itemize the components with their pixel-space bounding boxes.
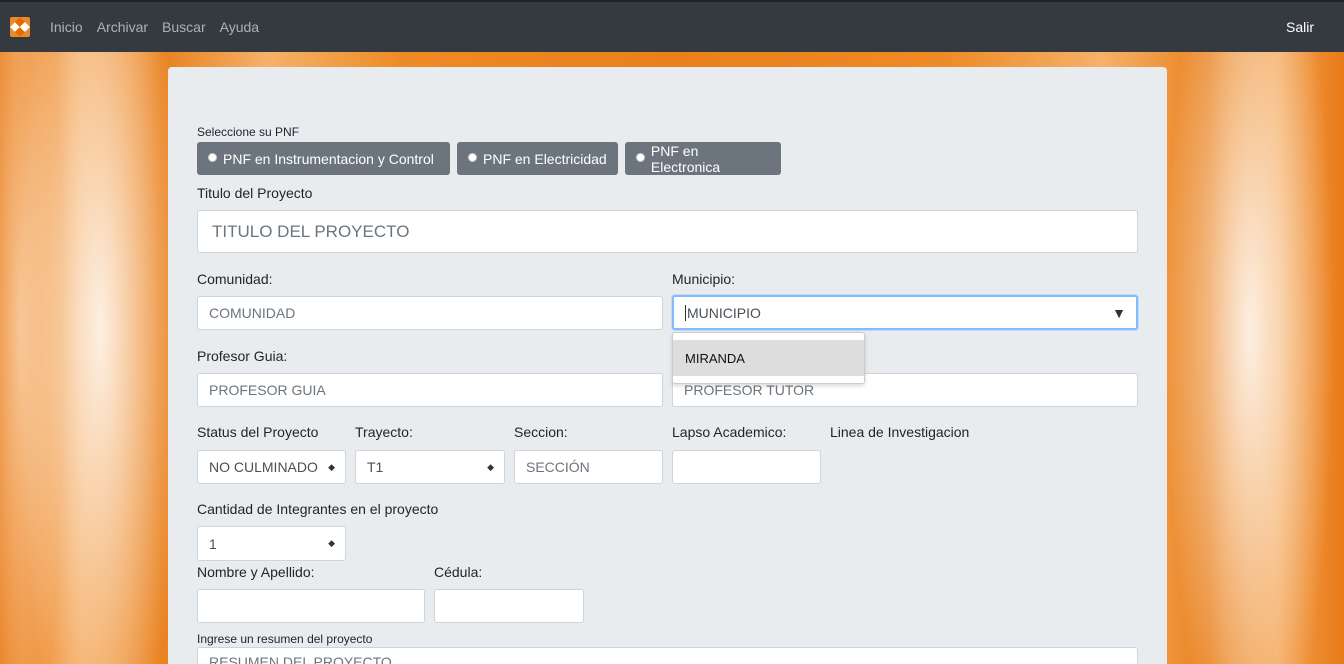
nombre-input[interactable] bbox=[197, 589, 425, 623]
linea-label: Linea de Investigacion bbox=[830, 424, 970, 440]
comunidad-input[interactable]: COMUNIDAD bbox=[197, 296, 663, 330]
nav-inicio[interactable]: Inicio bbox=[50, 19, 83, 35]
trayecto-label: Trayecto: bbox=[355, 424, 413, 440]
pnf-option-label: PNF en Electronica bbox=[650, 142, 721, 175]
pnf-option-instrumentacion[interactable]: PNF en Instrumentacion y Control bbox=[197, 142, 450, 175]
cantidad-label: Cantidad de Integrantes en el proyecto bbox=[197, 501, 439, 517]
nav-archivar[interactable]: Archivar bbox=[97, 19, 148, 35]
cantidad-select[interactable]: 1 ◆ bbox=[197, 526, 346, 561]
municipio-option-miranda[interactable]: MIRANDA bbox=[673, 340, 864, 376]
municipio-dropdown: MIRANDA bbox=[672, 332, 865, 384]
top-navbar: Inicio Archivar Buscar Ayuda Salir bbox=[0, 0, 1344, 52]
updown-caret-icon: ◆ bbox=[487, 461, 494, 472]
municipio-select[interactable]: MUNICIPIO ▼ bbox=[672, 295, 1138, 330]
pnf-option-electronica[interactable]: PNF en Electronica bbox=[625, 142, 781, 175]
seccion-input[interactable]: SECCIÓN bbox=[514, 450, 663, 484]
status-select[interactable]: NO CULMINADO ◆ bbox=[197, 450, 346, 484]
chevron-down-icon[interactable]: ▼ bbox=[1112, 305, 1126, 321]
nombre-label: Nombre y Apellido: bbox=[197, 564, 315, 580]
municipio-label: Municipio: bbox=[672, 271, 736, 287]
updown-caret-icon: ◆ bbox=[328, 461, 335, 472]
municipio-value: MUNICIPIO bbox=[685, 304, 761, 321]
pnf-option-label: PNF en Instrumentacion y Control bbox=[223, 150, 434, 167]
titulo-placeholder: TITULO DEL PROYECTO bbox=[212, 221, 410, 241]
lapso-label: Lapso Academico: bbox=[672, 424, 787, 440]
comunidad-label: Comunidad: bbox=[197, 271, 273, 287]
resumen-placeholder: RESUMEN DEL PROYECTO bbox=[209, 654, 392, 664]
pnf-label: Seleccione su PNF bbox=[197, 125, 300, 139]
seccion-label: Seccion: bbox=[514, 424, 568, 440]
logout-link[interactable]: Salir bbox=[1286, 19, 1314, 35]
nav-buscar[interactable]: Buscar bbox=[162, 19, 206, 35]
pnf-option-electricidad[interactable]: PNF en Electricidad bbox=[457, 142, 618, 175]
profesor-guia-input[interactable]: PROFESOR GUIA bbox=[197, 373, 663, 407]
profesor-tutor-placeholder: PROFESOR TUTOR bbox=[684, 382, 815, 398]
trayecto-select[interactable]: T1 ◆ bbox=[355, 450, 505, 484]
titulo-input[interactable]: TITULO DEL PROYECTO bbox=[197, 210, 1138, 253]
radio-circle-icon[interactable] bbox=[208, 153, 217, 162]
titulo-label: Titulo del Proyecto bbox=[197, 185, 313, 201]
resumen-label: Ingrese un resumen del proyecto bbox=[197, 632, 373, 646]
lapso-input[interactable] bbox=[672, 450, 821, 484]
cedula-label: Cédula: bbox=[434, 564, 483, 580]
nav-ayuda[interactable]: Ayuda bbox=[220, 19, 259, 35]
logo-icon[interactable] bbox=[10, 17, 30, 37]
project-form-card: Seleccione su PNF PNF en Instrumentacion… bbox=[168, 67, 1167, 664]
cantidad-value: 1 bbox=[209, 535, 217, 552]
trayecto-value: T1 bbox=[367, 459, 384, 475]
status-label: Status del Proyecto bbox=[197, 424, 319, 440]
status-value: NO CULMINADO bbox=[209, 459, 318, 475]
cedula-input[interactable] bbox=[434, 589, 584, 623]
radio-circle-icon[interactable] bbox=[636, 153, 645, 162]
profesor-guia-placeholder: PROFESOR GUIA bbox=[209, 382, 326, 398]
updown-caret-icon: ◆ bbox=[328, 538, 335, 548]
comunidad-placeholder: COMUNIDAD bbox=[209, 305, 296, 321]
profesor-guia-label: Profesor Guia: bbox=[197, 348, 288, 364]
seccion-placeholder: SECCIÓN bbox=[526, 459, 590, 475]
radio-circle-icon[interactable] bbox=[468, 153, 477, 162]
pnf-option-label: PNF en Electricidad bbox=[483, 150, 607, 167]
resumen-textarea[interactable]: RESUMEN DEL PROYECTO bbox=[197, 647, 1138, 664]
